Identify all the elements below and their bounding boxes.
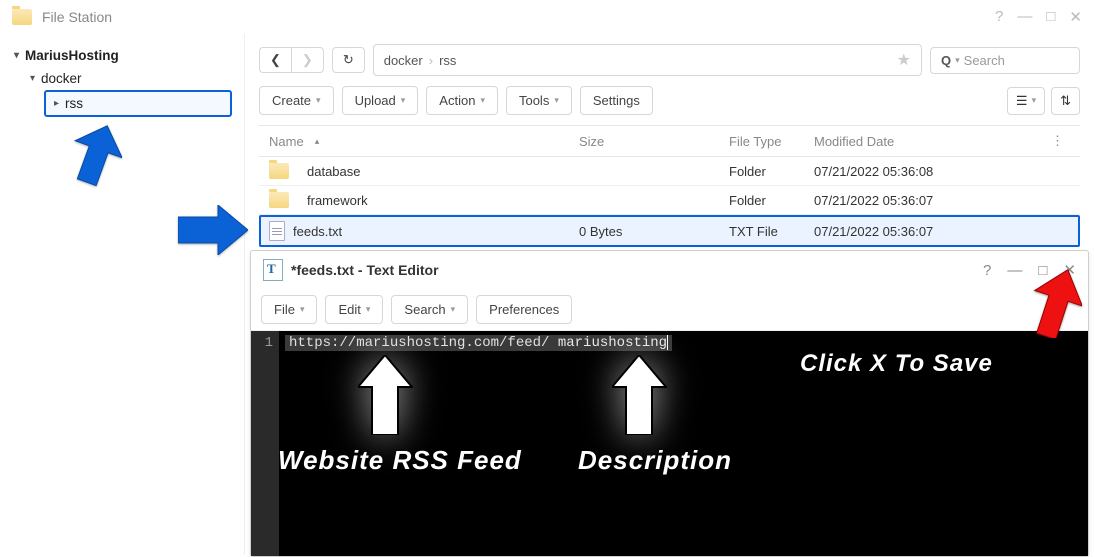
annotation-arrow-blue	[72, 124, 122, 189]
editor-title: *feeds.txt - Text Editor	[291, 262, 439, 278]
annotation-arrow-white	[612, 355, 667, 435]
column-menu-icon[interactable]: ⋮	[1045, 133, 1070, 149]
caret-down-icon: ▾	[30, 73, 35, 84]
folder-icon	[269, 163, 289, 179]
folder-icon	[269, 192, 289, 208]
annotation-arrow-white	[358, 355, 413, 435]
code-desc: mariushosting	[549, 335, 667, 351]
maximize-icon[interactable]: □	[1046, 8, 1055, 26]
tree-item-label: rss	[65, 96, 83, 111]
view-list-button[interactable]: ☰▾	[1007, 87, 1045, 115]
text-cursor	[667, 335, 668, 350]
create-button[interactable]: Create▾	[259, 86, 334, 115]
tree-item-rss[interactable]: ▸ rss	[44, 90, 232, 117]
file-icon	[269, 221, 285, 241]
annotation-label: Website RSS Feed	[278, 445, 522, 476]
app-title: File Station	[42, 9, 112, 25]
table-row-selected[interactable]: feeds.txt 0 Bytes TXT File 07/21/2022 05…	[259, 215, 1080, 247]
upload-button[interactable]: Upload▾	[342, 86, 419, 115]
help-icon[interactable]: ?	[983, 262, 991, 279]
caret-right-icon: ▸	[54, 98, 59, 109]
table-header: Name▴ Size File Type Modified Date ⋮	[259, 126, 1080, 157]
annotation-arrow-red	[1032, 268, 1082, 338]
sort-asc-icon: ▴	[315, 136, 320, 147]
breadcrumb[interactable]: docker › rss ★	[373, 44, 922, 76]
search-input[interactable]: Q ▾ Search	[930, 47, 1080, 74]
tree-item-docker[interactable]: ▾ docker	[28, 67, 232, 90]
col-size-header[interactable]: Size	[579, 134, 729, 149]
text-editor-icon	[263, 259, 283, 281]
table-row[interactable]: database Folder 07/21/2022 05:36:08	[259, 157, 1080, 186]
settings-button[interactable]: Settings	[580, 86, 653, 115]
preferences-button[interactable]: Preferences	[476, 295, 572, 324]
col-type-header[interactable]: File Type	[729, 134, 814, 149]
editor-toolbar: File▾ Edit▾ Search▾ Preferences	[251, 289, 1088, 331]
tree-root-label: MariusHosting	[25, 48, 119, 63]
col-date-header[interactable]: Modified Date	[814, 134, 1045, 149]
breadcrumb-seg[interactable]: rss	[439, 53, 456, 68]
table-row[interactable]: framework Folder 07/21/2022 05:36:07	[259, 186, 1080, 215]
minimize-icon[interactable]: —	[1017, 8, 1032, 26]
breadcrumb-seg[interactable]: docker	[384, 53, 423, 68]
tools-button[interactable]: Tools▾	[506, 86, 572, 115]
chevron-down-icon: ▾	[955, 55, 960, 66]
search-icon: Q	[941, 53, 951, 68]
help-icon[interactable]: ?	[995, 8, 1003, 26]
edit-menu[interactable]: Edit▾	[325, 295, 383, 324]
nav-back-button[interactable]: ❮	[259, 47, 291, 73]
folder-icon	[12, 9, 32, 25]
sort-button[interactable]: ⇅	[1051, 87, 1080, 115]
titlebar: File Station ? — □ ✕	[0, 0, 1094, 34]
caret-down-icon: ▾	[14, 50, 19, 61]
minimize-icon[interactable]: —	[1007, 262, 1022, 279]
line-gutter: 1	[251, 331, 279, 556]
nav-forward-button[interactable]: ❯	[291, 47, 324, 73]
annotation-label: Description	[578, 445, 732, 476]
file-table: Name▴ Size File Type Modified Date ⋮ dat…	[259, 125, 1080, 247]
chevron-right-icon: ›	[429, 53, 433, 68]
annotation-label: Click X To Save	[800, 350, 993, 378]
editor-titlebar: *feeds.txt - Text Editor ? — □ ✕	[251, 251, 1088, 289]
search-menu[interactable]: Search▾	[391, 295, 468, 324]
star-icon[interactable]: ★	[897, 50, 911, 70]
tree-item-label: docker	[41, 71, 82, 86]
sidebar: ▾ MariusHosting ▾ docker ▸ rss	[0, 34, 245, 555]
col-name-header[interactable]: Name▴	[269, 134, 579, 149]
refresh-button[interactable]: ↻	[332, 47, 365, 73]
code-url: https://mariushosting.com/feed/	[289, 335, 549, 351]
tree-root[interactable]: ▾ MariusHosting	[12, 44, 232, 67]
search-placeholder: Search	[964, 53, 1005, 68]
annotation-arrow-blue	[178, 205, 248, 255]
close-icon[interactable]: ✕	[1069, 8, 1082, 26]
file-menu[interactable]: File▾	[261, 295, 317, 324]
action-button[interactable]: Action▾	[426, 86, 498, 115]
